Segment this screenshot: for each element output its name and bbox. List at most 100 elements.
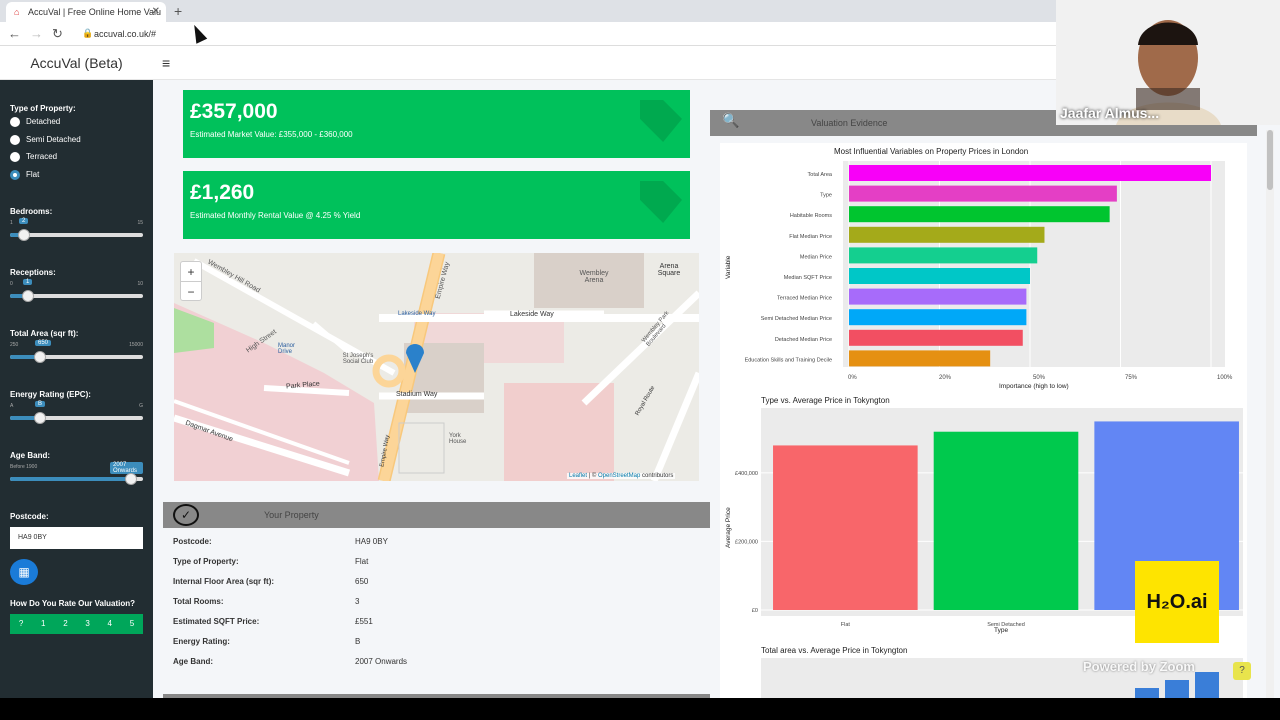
property-value: HA9 0BY xyxy=(355,537,388,546)
close-tab-icon[interactable]: ✕ xyxy=(152,6,160,17)
category-label: Habitable Rooms xyxy=(790,213,832,219)
scrollbar[interactable] xyxy=(1266,130,1274,698)
type-label: Type of Property: xyxy=(10,104,76,113)
rating-button[interactable]: 4 xyxy=(99,614,121,634)
radio-detached[interactable]: Detached xyxy=(10,117,60,127)
radio-icon xyxy=(10,135,20,145)
lock-icon: 🔒 xyxy=(82,28,94,38)
postcode-label: Postcode: xyxy=(10,512,49,521)
postcode-input[interactable]: HA9 0BY xyxy=(10,527,143,549)
area-slider[interactable]: 250 15000 650 xyxy=(10,340,143,366)
rental-yield: Estimated Monthly Rental Value @ 4.25 % … xyxy=(190,211,361,220)
map-label: Wembley Arena xyxy=(579,270,609,284)
browser-tab[interactable]: ⌂ AccuVal | Free Online Home Valu ✕ xyxy=(6,2,166,22)
property-key: Estimated SQFT Price: xyxy=(173,617,260,626)
property-value: 3 xyxy=(355,597,360,606)
rating-button[interactable]: 5 xyxy=(121,614,143,634)
bar xyxy=(849,165,1211,181)
property-value: £551 xyxy=(355,617,373,626)
reload-icon[interactable]: ↻ xyxy=(52,26,63,42)
home-icon: ⌂ xyxy=(14,7,20,17)
epc-slider[interactable]: A G B xyxy=(10,401,143,427)
property-row: Postcode: HA9 0BY xyxy=(173,537,493,549)
bar xyxy=(849,350,991,367)
market-value: £357,000 xyxy=(190,100,278,123)
y-axis-label: Average Price xyxy=(725,507,732,548)
screen: ⌂ AccuVal | Free Online Home Valu ✕ + ← … xyxy=(0,0,1280,720)
radio-terraced[interactable]: Terraced xyxy=(10,152,57,162)
bottom-bar xyxy=(0,698,1280,720)
age-slider[interactable]: Before 1900 2007 Onwards xyxy=(10,462,143,488)
slider-handle[interactable] xyxy=(18,229,30,241)
rating-button[interactable]: ? xyxy=(10,614,32,634)
category-label: Type xyxy=(820,193,832,199)
forward-icon[interactable]: → xyxy=(30,26,43,41)
map-label: Lakeside Way xyxy=(510,311,554,318)
radio-icon xyxy=(10,117,20,127)
importance-chart: Total Area Type Habitable Rooms Flat Median… xyxy=(725,161,1233,390)
bar xyxy=(849,329,1023,346)
property-row: Estimated SQFT Price: £551 xyxy=(173,617,493,629)
radio-selected-icon xyxy=(10,170,20,180)
slider-handle[interactable] xyxy=(125,473,137,485)
bedrooms-slider[interactable]: 1 15 2 xyxy=(10,218,143,244)
bar xyxy=(773,445,918,610)
category-label: Flat Median Price xyxy=(789,234,832,240)
chart3-title: Total area vs. Average Price in Tokyngto… xyxy=(761,646,908,655)
your-property-title: Your Property xyxy=(264,510,319,520)
market-value-range: Estimated Market Value: £355,000 - £360,… xyxy=(190,130,353,139)
scrollbar-thumb[interactable] xyxy=(1267,130,1273,190)
property-map[interactable]: Wembley Hill Road Empire Way Lakeside Wa… xyxy=(174,253,699,481)
osm-link[interactable]: OpenStreetMap xyxy=(598,473,640,479)
epc-label: Energy Rating (EPC): xyxy=(10,390,91,399)
tick-label: 50% xyxy=(1033,375,1046,381)
area-label: Total Area (sqr ft): xyxy=(10,329,79,338)
calculator-icon[interactable]: ▦ xyxy=(10,559,38,585)
back-icon[interactable]: ← xyxy=(8,26,21,41)
y-axis-label: Variable xyxy=(725,255,732,279)
rating-button[interactable]: 2 xyxy=(54,614,76,634)
new-tab-button[interactable]: + xyxy=(174,3,182,19)
category-label: Median SQFT Price xyxy=(784,275,832,281)
menu-icon[interactable]: ≡ xyxy=(162,55,170,71)
zoom-out-button[interactable]: − xyxy=(181,282,201,302)
bar xyxy=(933,431,1079,610)
category-label: Flat xyxy=(841,622,851,628)
brand-logo[interactable]: AccuVal (Beta) xyxy=(0,46,153,80)
chart1-title: Most Influential Variables on Property P… xyxy=(834,147,1029,156)
tick-label: 20% xyxy=(939,375,952,381)
tab-title: AccuVal | Free Online Home Valu xyxy=(28,7,162,17)
slider-handle[interactable] xyxy=(34,412,46,424)
rating-button[interactable]: 1 xyxy=(32,614,54,634)
property-row: Age Band: 2007 Onwards xyxy=(173,657,493,669)
category-label: Terraced Median Price xyxy=(777,296,832,302)
property-key: Postcode: xyxy=(173,537,212,546)
property-value: 650 xyxy=(355,577,369,586)
slider-min: Before 1900 xyxy=(10,464,38,470)
valuation-evidence-title: Valuation Evidence xyxy=(811,118,888,128)
url-text[interactable]: accuval.co.uk/# xyxy=(94,29,156,39)
your-property-header: ✓ Your Property xyxy=(163,502,710,528)
participant-name: Jaafar Almus... xyxy=(1060,105,1160,121)
search-document-icon: 🔍 xyxy=(722,112,740,128)
bar xyxy=(849,288,1027,305)
h2o-logo: H₂O.ai xyxy=(1135,561,1219,643)
slider-value: B xyxy=(35,401,46,407)
age-label: Age Band: xyxy=(10,451,50,460)
rating-buttons: ? 1 2 3 4 5 xyxy=(10,614,143,634)
radio-flat[interactable]: Flat xyxy=(10,170,39,180)
slider-value: 650 xyxy=(35,340,52,346)
property-value: 2007 Onwards xyxy=(355,657,408,666)
slider-handle[interactable] xyxy=(22,290,34,302)
radio-semi-detached[interactable]: Semi Detached xyxy=(10,135,81,145)
zoom-in-button[interactable]: + xyxy=(181,262,201,282)
slider-min: 0 xyxy=(10,281,13,287)
slider-handle[interactable] xyxy=(34,351,46,363)
receptions-slider[interactable]: 0 10 1 xyxy=(10,279,143,305)
leaflet-link[interactable]: Leaflet xyxy=(569,473,587,479)
property-row: Internal Floor Area (sqr ft): 650 xyxy=(173,577,493,589)
rating-button[interactable]: 3 xyxy=(77,614,99,634)
browser-tab-bar: ⌂ AccuVal | Free Online Home Valu ✕ + xyxy=(0,0,1056,22)
chart2-title: Type vs. Average Price in Tokyngton xyxy=(761,396,890,405)
help-icon[interactable]: ? xyxy=(1233,662,1251,680)
